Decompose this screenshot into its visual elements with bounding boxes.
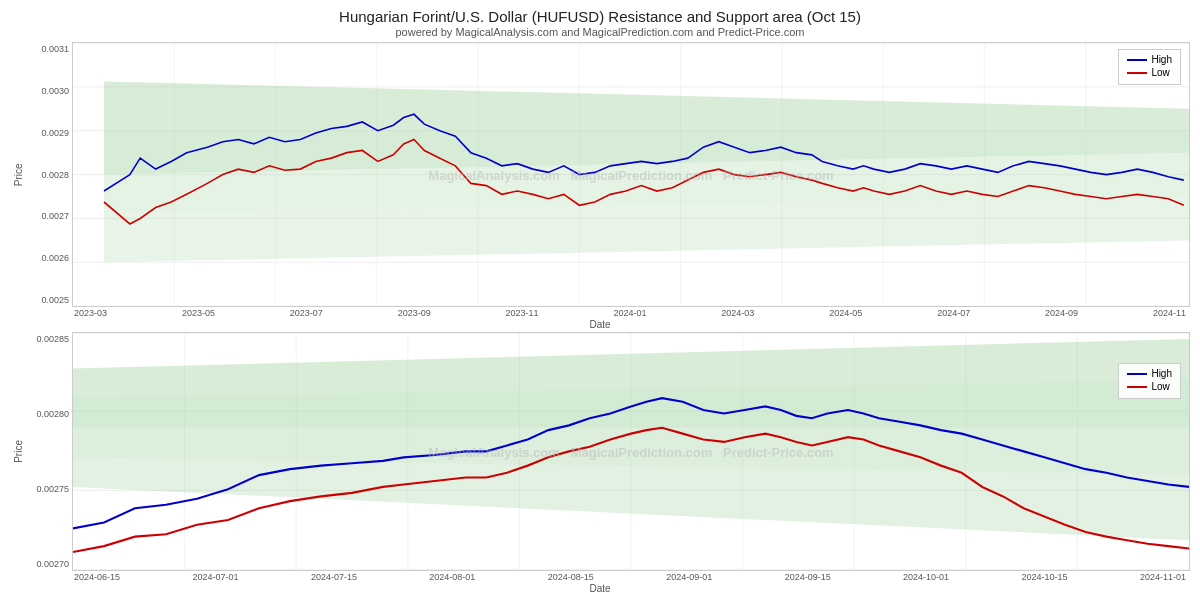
page-title: Hungarian Forint/U.S. Dollar (HUFUSD) Re… <box>10 8 1190 25</box>
legend1-low-line <box>1127 72 1147 74</box>
chart1-ytick3: 0.0028 <box>26 170 69 180</box>
chart1-ytick5: 0.0026 <box>26 253 69 263</box>
legend1-low: Low <box>1127 67 1172 78</box>
chart2-xlabel2: 2024-07-15 <box>311 572 357 582</box>
chart1-ytick0: 0.0031 <box>26 44 69 54</box>
legend2-high-line <box>1127 373 1147 375</box>
chart1-xlabel8: 2024-07 <box>937 308 970 318</box>
chart1-xlabel5: 2024-01 <box>613 308 646 318</box>
legend2-high: High <box>1127 368 1172 379</box>
legend1-high-line <box>1127 59 1147 61</box>
chart2-ytick1: 0.00280 <box>26 409 69 419</box>
chart1-xlabel1: 2023-05 <box>182 308 215 318</box>
legend2-low-label: Low <box>1151 381 1169 392</box>
chart2-ytick0: 0.00285 <box>26 334 69 344</box>
chart1-xlabel7: 2024-05 <box>829 308 862 318</box>
legend1-high: High <box>1127 54 1172 65</box>
chart1-wrapper: Price 0.0031 0.0030 0.0029 0.0028 0.0027… <box>10 42 1190 307</box>
charts-area: Price 0.0031 0.0030 0.0029 0.0028 0.0027… <box>10 42 1190 596</box>
legend1-low-label: Low <box>1151 67 1169 78</box>
chart1-xlabel6: 2024-03 <box>721 308 754 318</box>
chart2-x-title: Date <box>10 583 1190 594</box>
legend2-low-line <box>1127 386 1147 388</box>
legend1-high-label: High <box>1151 54 1172 65</box>
legend2-low: Low <box>1127 381 1172 392</box>
chart1-ytick4: 0.0027 <box>26 211 69 221</box>
page-subtitle: powered by MagicalAnalysis.com and Magic… <box>10 26 1190 38</box>
chart1-y-label: Price <box>10 42 26 307</box>
chart2-xlabel4: 2024-08-15 <box>548 572 594 582</box>
chart1-xlabel4: 2023-11 <box>506 308 539 318</box>
chart2-xlabel6: 2024-09-15 <box>785 572 831 582</box>
chart2-xlabel8: 2024-10-15 <box>1022 572 1068 582</box>
chart1-canvas: MagicalAnalysis.com MagicalPrediction.co… <box>72 42 1190 307</box>
page-container: Hungarian Forint/U.S. Dollar (HUFUSD) Re… <box>0 0 1200 600</box>
chart1-legend: High Low <box>1118 49 1181 85</box>
chart2-legend: High Low <box>1118 363 1181 399</box>
chart1-ytick1: 0.0030 <box>26 86 69 96</box>
chart1-xlabel2: 2023-07 <box>290 308 323 318</box>
chart1-svg <box>73 43 1189 306</box>
chart1-x-title: Date <box>10 319 1190 330</box>
chart1-xlabel0: 2023-03 <box>74 308 107 318</box>
chart2-y-label: Price <box>10 332 26 571</box>
chart2-xlabel5: 2024-09-01 <box>666 572 712 582</box>
chart1-xlabel9: 2024-09 <box>1045 308 1078 318</box>
chart2-xlabel0: 2024-06-15 <box>74 572 120 582</box>
chart2-xlabel1: 2024-07-01 <box>192 572 238 582</box>
chart1-ytick2: 0.0029 <box>26 128 69 138</box>
chart2-xlabel9: 2024-11-01 <box>1140 572 1186 582</box>
chart2-wrapper: Price 0.00285 0.00280 0.00275 0.00270 <box>10 332 1190 571</box>
chart1-xlabel10: 2024-11 <box>1153 308 1186 318</box>
chart2-xlabel7: 2024-10-01 <box>903 572 949 582</box>
chart2-svg <box>73 333 1189 570</box>
chart2-ytick2: 0.00275 <box>26 484 69 494</box>
chart1-ytick6: 0.0025 <box>26 295 69 305</box>
chart1-xlabel3: 2023-09 <box>398 308 431 318</box>
legend2-high-label: High <box>1151 368 1172 379</box>
chart2-xlabel3: 2024-08-01 <box>429 572 475 582</box>
chart2-canvas: MagicalAnalysis.com MagicalPrediction.co… <box>72 332 1190 571</box>
chart2-ytick3: 0.00270 <box>26 559 69 569</box>
